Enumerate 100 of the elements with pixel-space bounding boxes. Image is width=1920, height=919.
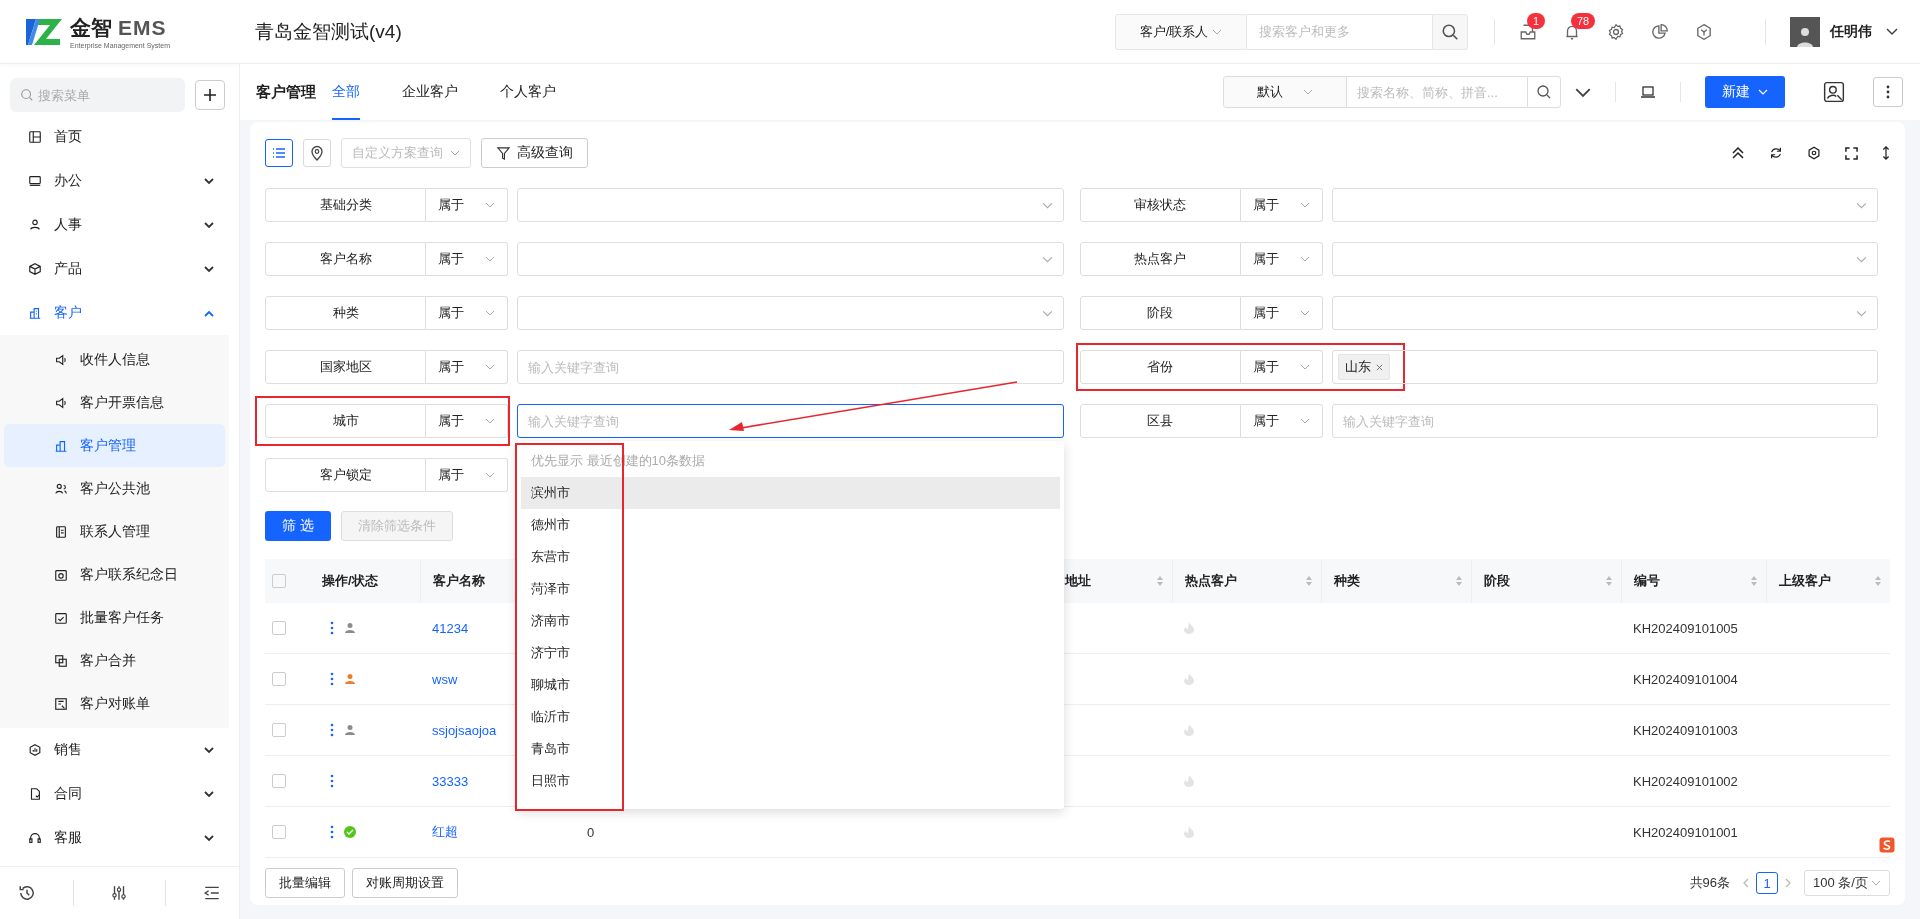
pie-chart-icon[interactable] <box>1651 22 1669 41</box>
search-field[interactable]: 搜索名称、简称、拼音... <box>1347 76 1527 108</box>
map-pin-button[interactable] <box>303 139 331 167</box>
list-view-button[interactable] <box>265 139 293 167</box>
more-icon[interactable] <box>330 774 334 788</box>
submenu-item[interactable]: 客户合并 <box>4 639 225 682</box>
dropdown-option[interactable]: 滨州市 <box>521 477 1060 509</box>
submenu-item[interactable]: 客户联系纪念日 <box>4 553 225 596</box>
page-size-select[interactable]: 100 条/页 <box>1804 870 1890 896</box>
more-icon[interactable] <box>330 672 334 686</box>
menu-item[interactable]: 办公 <box>0 159 239 203</box>
close-icon[interactable] <box>1375 363 1383 371</box>
operator-select[interactable]: 属于 <box>426 296 508 330</box>
add-button[interactable] <box>195 80 225 110</box>
operator-select[interactable]: 属于 <box>426 242 508 276</box>
customer-name-link[interactable]: 红超 <box>432 823 458 841</box>
filter-button[interactable]: 筛 选 <box>265 511 331 541</box>
dropdown-option[interactable]: 日照市 <box>521 765 1060 797</box>
search-button[interactable] <box>1432 13 1468 50</box>
caret-icon <box>1856 255 1867 263</box>
row-checkbox[interactable] <box>272 723 286 737</box>
keyword-field[interactable]: 输入关键字查询 <box>517 404 1064 438</box>
menu-item[interactable]: 销售 <box>0 728 239 772</box>
menu-item[interactable]: 合同 <box>0 772 239 816</box>
submenu-item[interactable]: 客户公共池 <box>4 467 225 510</box>
operator-select[interactable]: 属于 <box>426 458 508 492</box>
caret-icon[interactable] <box>1886 27 1898 36</box>
submenu-item[interactable]: 客户管理 <box>4 424 225 467</box>
search-button[interactable] <box>1527 76 1561 108</box>
footer-button[interactable]: 对账周期设置 <box>352 868 458 898</box>
filter-label: 阶段 <box>1079 296 1241 330</box>
operator-select[interactable]: 属于 <box>1240 188 1323 222</box>
app-title: 青岛金智测试(v4) <box>255 19 402 44</box>
dropdown-option[interactable]: 临沂市 <box>521 701 1060 733</box>
more-icon[interactable] <box>330 825 334 839</box>
operator-select[interactable]: 属于 <box>426 350 508 384</box>
person-search-icon[interactable] <box>1823 81 1845 103</box>
vertical-arrows-icon[interactable] <box>1882 146 1890 160</box>
submenu-item[interactable]: 客户开票信息 <box>4 381 225 424</box>
global-search-field[interactable]: 搜索客户和更多 <box>1247 13 1432 50</box>
history-icon[interactable] <box>18 884 37 902</box>
user-name[interactable]: 任明伟 <box>1830 22 1872 41</box>
row-checkbox[interactable] <box>272 621 286 635</box>
customer-name-link[interactable]: ssjojsaojoa <box>432 722 497 738</box>
filter-label: 区县 <box>1079 404 1241 438</box>
operator-select[interactable]: 属于 <box>1240 296 1323 330</box>
customer-name-link[interactable]: 41234 <box>432 620 469 636</box>
dropdown-option[interactable]: 聊城市 <box>521 669 1060 701</box>
more-icon[interactable] <box>330 621 334 635</box>
operator-select[interactable]: 属于 <box>1240 404 1323 438</box>
operator-select[interactable]: 属于 <box>426 404 508 438</box>
cube-icon <box>28 262 42 276</box>
logo-name: EMS <box>118 16 167 40</box>
double-chevron-up-icon[interactable] <box>1731 146 1745 160</box>
row-checkbox[interactable] <box>272 672 286 686</box>
view-select[interactable]: 默认 <box>1223 76 1347 108</box>
hexagon-icon[interactable] <box>1695 22 1713 41</box>
sliders-icon[interactable] <box>110 884 129 902</box>
submenu-item[interactable]: 联系人管理 <box>4 510 225 553</box>
menu-item[interactable]: 首页 <box>0 115 239 159</box>
dropdown-option[interactable]: 菏泽市 <box>521 573 1060 605</box>
submenu-item[interactable]: 客户对账单 <box>4 682 225 725</box>
dropdown-option[interactable]: 青岛市 <box>521 733 1060 765</box>
dropdown-option[interactable]: 东营市 <box>521 541 1060 573</box>
customer-name-link[interactable]: wsw <box>432 671 458 687</box>
more-icon[interactable] <box>330 723 334 737</box>
caret-icon <box>1758 89 1768 95</box>
menu-item[interactable]: 客服 <box>0 816 239 860</box>
dropdown-option[interactable]: 济南市 <box>521 605 1060 637</box>
chevron-down-icon[interactable] <box>1575 87 1591 97</box>
fullscreen-icon[interactable] <box>1845 146 1858 160</box>
dropdown-option[interactable]: 济宁市 <box>521 637 1060 669</box>
footer-button[interactable]: 批量编辑 <box>265 868 345 898</box>
advanced-search-button[interactable]: 高级查询 <box>481 138 588 168</box>
laptop-icon[interactable] <box>1640 84 1656 100</box>
submenu-item[interactable]: 批量客户任务 <box>4 596 225 639</box>
tag-field[interactable]: 山东 <box>1331 350 1878 384</box>
menu-item[interactable]: 人事 <box>0 203 239 247</box>
new-button[interactable]: 新建 <box>1705 76 1785 108</box>
tab[interactable]: 个人客户 <box>500 64 556 120</box>
tab[interactable]: 全部 <box>332 64 360 120</box>
customer-name-link[interactable]: 33333 <box>432 773 469 789</box>
menu-search-field[interactable]: 搜索菜单 <box>10 78 185 112</box>
dropdown-option[interactable]: 德州市 <box>521 509 1060 541</box>
operator-select[interactable]: 属于 <box>426 188 508 222</box>
menu-item[interactable]: 客户 <box>0 291 239 335</box>
refresh-icon[interactable] <box>1769 146 1783 160</box>
page-button[interactable]: 1 <box>1756 872 1778 894</box>
settings-icon[interactable] <box>1807 146 1821 160</box>
search-scope-select[interactable]: 客户/联系人 <box>1115 13 1247 50</box>
operator-select[interactable]: 属于 <box>1240 242 1323 276</box>
row-checkbox[interactable] <box>272 774 286 788</box>
collapse-menu-icon[interactable] <box>202 884 221 902</box>
submenu-item[interactable]: 收件人信息 <box>4 338 225 381</box>
row-checkbox[interactable] <box>272 825 286 839</box>
operator-select[interactable]: 属于 <box>1240 350 1323 384</box>
select-all-checkbox[interactable] <box>272 574 286 588</box>
tab[interactable]: 企业客户 <box>402 64 458 120</box>
menu-item[interactable]: 产品 <box>0 247 239 291</box>
avatar[interactable] <box>1790 16 1820 47</box>
